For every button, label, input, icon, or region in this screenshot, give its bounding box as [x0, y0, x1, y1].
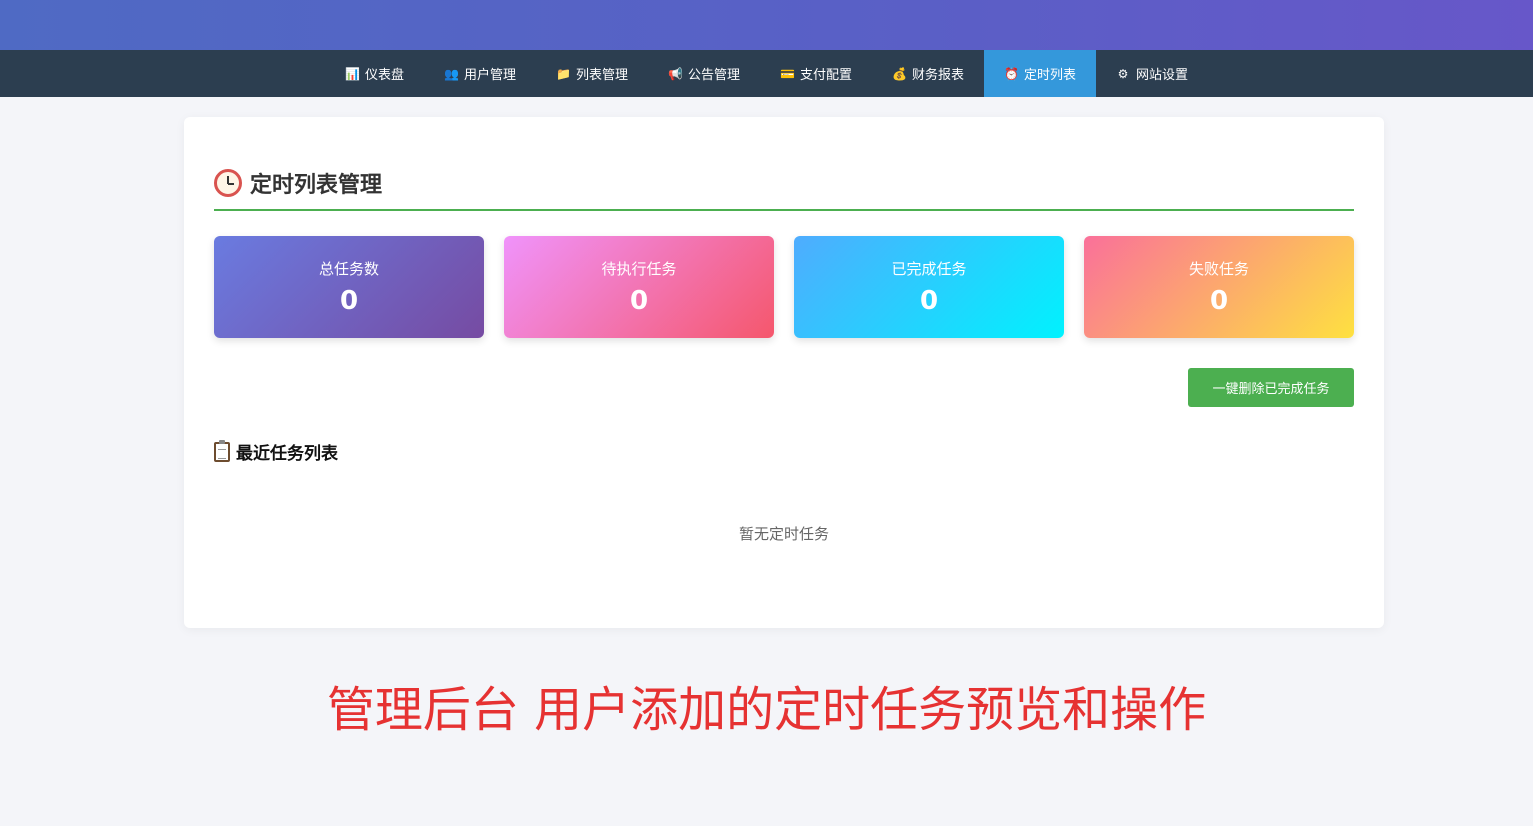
main-nav: 📊 仪表盘 👥 用户管理 📁 列表管理 📢 公告管理 💳 支付配置 💰 财务报表… [0, 50, 1533, 97]
page-title-bar: 定时列表管理 [214, 167, 1354, 211]
nav-item-settings[interactable]: ⚙ 网站设置 [1096, 50, 1208, 97]
alarm-clock-icon: ⏰ [1004, 66, 1019, 81]
stat-total-tasks: 总任务数 0 [214, 236, 484, 338]
nav-item-dashboard[interactable]: 📊 仪表盘 [325, 50, 424, 97]
stat-label: 失败任务 [1188, 260, 1249, 278]
page-title: 定时列表管理 [250, 173, 383, 198]
nav-item-label: 网站设置 [1136, 68, 1189, 83]
stat-failed-tasks: 失败任务 0 [1084, 236, 1354, 338]
recent-tasks-header: 最近任务列表 [214, 439, 338, 464]
stat-value: 0 [919, 286, 939, 316]
nav-item-label: 公告管理 [687, 68, 740, 83]
annotation-caption: 管理后台 用户添加的定时任务预览和操作 [326, 682, 1207, 738]
nav-item-lists[interactable]: 📁 列表管理 [536, 50, 648, 97]
nav-item-payment[interactable]: 💳 支付配置 [760, 50, 872, 97]
top-banner [0, 0, 1533, 50]
nav-item-scheduled[interactable]: ⏰ 定时列表 [984, 50, 1097, 97]
money-bag-icon: 💰 [892, 66, 907, 81]
nav-item-label: 定时列表 [1024, 68, 1077, 83]
nav-item-finance[interactable]: 💰 财务报表 [872, 50, 984, 97]
folder-icon: 📁 [555, 66, 571, 81]
stat-label: 待执行任务 [601, 260, 677, 278]
alarm-clock-icon [214, 169, 242, 197]
nav-item-label: 财务报表 [912, 68, 965, 83]
nav-item-label: 仪表盘 [364, 68, 404, 83]
stat-value: 0 [1209, 286, 1229, 316]
nav-item-users[interactable]: 👥 用户管理 [424, 50, 536, 97]
stat-value: 0 [629, 286, 649, 316]
stat-value: 0 [339, 286, 359, 316]
megaphone-icon: 📢 [667, 66, 683, 81]
recent-tasks-title: 最近任务列表 [236, 444, 338, 464]
stats-row: 总任务数 0 待执行任务 0 已完成任务 0 失败任务 0 [214, 236, 1354, 338]
stat-pending-tasks: 待执行任务 0 [504, 236, 774, 338]
gear-icon: ⚙ [1117, 66, 1129, 81]
users-icon: 👥 [443, 66, 459, 81]
bar-chart-icon: 📊 [344, 66, 360, 81]
empty-state-text: 暂无定时任务 [738, 525, 829, 543]
delete-completed-button[interactable]: 一键删除已完成任务 [1188, 368, 1354, 407]
stat-completed-tasks: 已完成任务 0 [794, 236, 1064, 338]
stat-label: 已完成任务 [891, 260, 967, 278]
nav-item-announcements[interactable]: 📢 公告管理 [648, 50, 760, 97]
clipboard-icon [214, 439, 230, 462]
stat-label: 总任务数 [318, 260, 379, 278]
nav-item-label: 支付配置 [800, 68, 853, 83]
credit-card-icon: 💳 [780, 66, 795, 81]
main-card: 定时列表管理 总任务数 0 待执行任务 0 已完成任务 0 失败任务 0 一键删… [184, 117, 1384, 628]
nav-item-label: 用户管理 [463, 68, 516, 83]
nav-item-label: 列表管理 [575, 68, 628, 83]
